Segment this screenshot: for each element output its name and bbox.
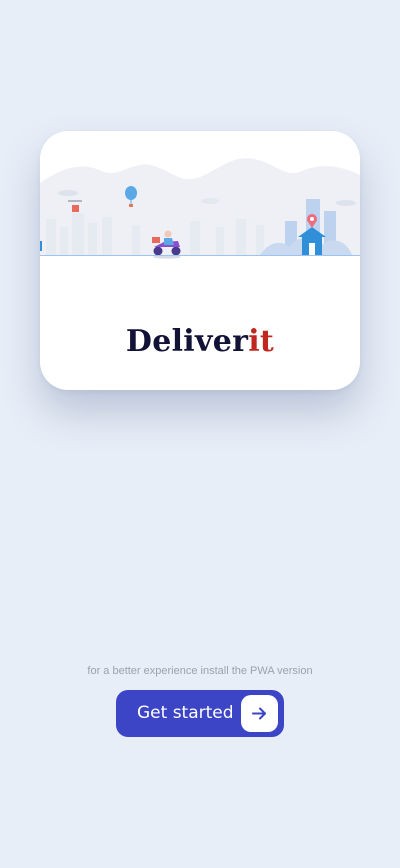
pwa-install-hint: for a better experience install the PWA … (87, 665, 313, 677)
splash-card: Deliverit (40, 131, 360, 390)
delivery-illustration (40, 158, 360, 259)
arrow-right-icon (241, 695, 278, 732)
get-started-button[interactable]: Get started (116, 690, 284, 737)
brand-logo-part1: Deliver (125, 324, 249, 359)
brand-logo: Deliverit (40, 327, 360, 357)
get-started-label: Get started (137, 703, 234, 723)
brand-logo-part2: it (248, 324, 275, 359)
